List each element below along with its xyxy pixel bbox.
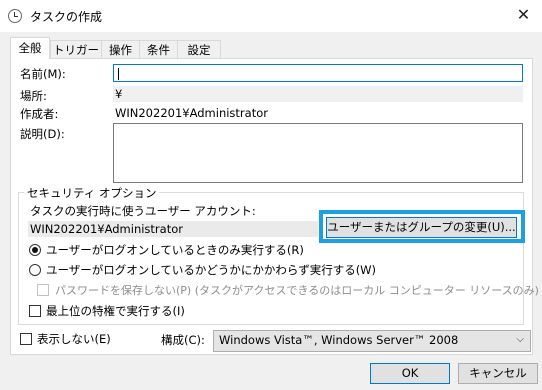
account-value: WIN202201¥Administrator bbox=[30, 222, 183, 236]
tab-triggers[interactable]: トリガー bbox=[50, 40, 102, 58]
tab-actions[interactable]: 操作 bbox=[101, 40, 140, 58]
highest-privileges-label[interactable]: 最上位の特権で実行する(I) bbox=[46, 303, 185, 319]
description-label: 説明(D): bbox=[20, 127, 65, 141]
tab-conditions[interactable]: 条件 bbox=[139, 40, 178, 58]
chevron-down-icon: ⌵ bbox=[516, 334, 524, 345]
radio-run-logged-on[interactable] bbox=[29, 244, 41, 256]
location-value: ¥ bbox=[115, 87, 123, 101]
description-textarea[interactable] bbox=[113, 123, 523, 183]
hidden-label[interactable]: 表示しない(E) bbox=[37, 331, 111, 347]
location-label: 場所: bbox=[20, 89, 47, 103]
author-label: 作成者: bbox=[20, 107, 59, 121]
highest-privileges-checkbox[interactable] bbox=[29, 305, 41, 317]
no-store-password-checkbox[interactable] bbox=[37, 284, 49, 296]
account-prompt: タスクの実行時に使うユーザー アカウント: bbox=[30, 204, 256, 218]
configure-value: Windows Vista™, Windows Server™ 2008 bbox=[219, 333, 459, 347]
window-title: タスクの作成 bbox=[30, 10, 103, 24]
security-options-legend: セキュリティ オプション bbox=[24, 185, 160, 201]
change-user-or-group-button[interactable]: ユーザーまたはグループの変更(U)... bbox=[326, 217, 517, 238]
name-label: 名前(M): bbox=[20, 67, 66, 81]
name-input[interactable] bbox=[113, 64, 523, 82]
hidden-checkbox[interactable] bbox=[20, 333, 32, 345]
ok-button[interactable]: OK bbox=[370, 363, 450, 384]
radio-run-whether-logged-on[interactable] bbox=[29, 264, 41, 276]
close-icon[interactable]: ✕ bbox=[517, 5, 530, 24]
tab-general[interactable]: 全般 bbox=[10, 37, 50, 59]
cancel-button[interactable]: キャンセル bbox=[458, 363, 538, 384]
configure-label: 構成(C): bbox=[161, 333, 205, 347]
no-store-password-label[interactable]: パスワードを保存しない(P) (タスクがアクセスできるのはローカル コンピュータ… bbox=[55, 282, 539, 298]
task-scheduler-clock-icon bbox=[8, 9, 22, 23]
tab-settings[interactable]: 設定 bbox=[177, 40, 221, 58]
configure-for-select[interactable]: Windows Vista™, Windows Server™ 2008 ⌵ bbox=[213, 330, 531, 352]
author-value: WIN202201¥Administrator bbox=[115, 106, 268, 120]
radio-run-logged-on-label[interactable]: ユーザーがログオンしているときのみ実行する(R) bbox=[46, 242, 304, 258]
radio-run-whether-logged-on-label[interactable]: ユーザーがログオンしているかどうかにかかわらず実行する(W) bbox=[46, 262, 376, 278]
close-button[interactable]: ✕ bbox=[505, 0, 542, 32]
